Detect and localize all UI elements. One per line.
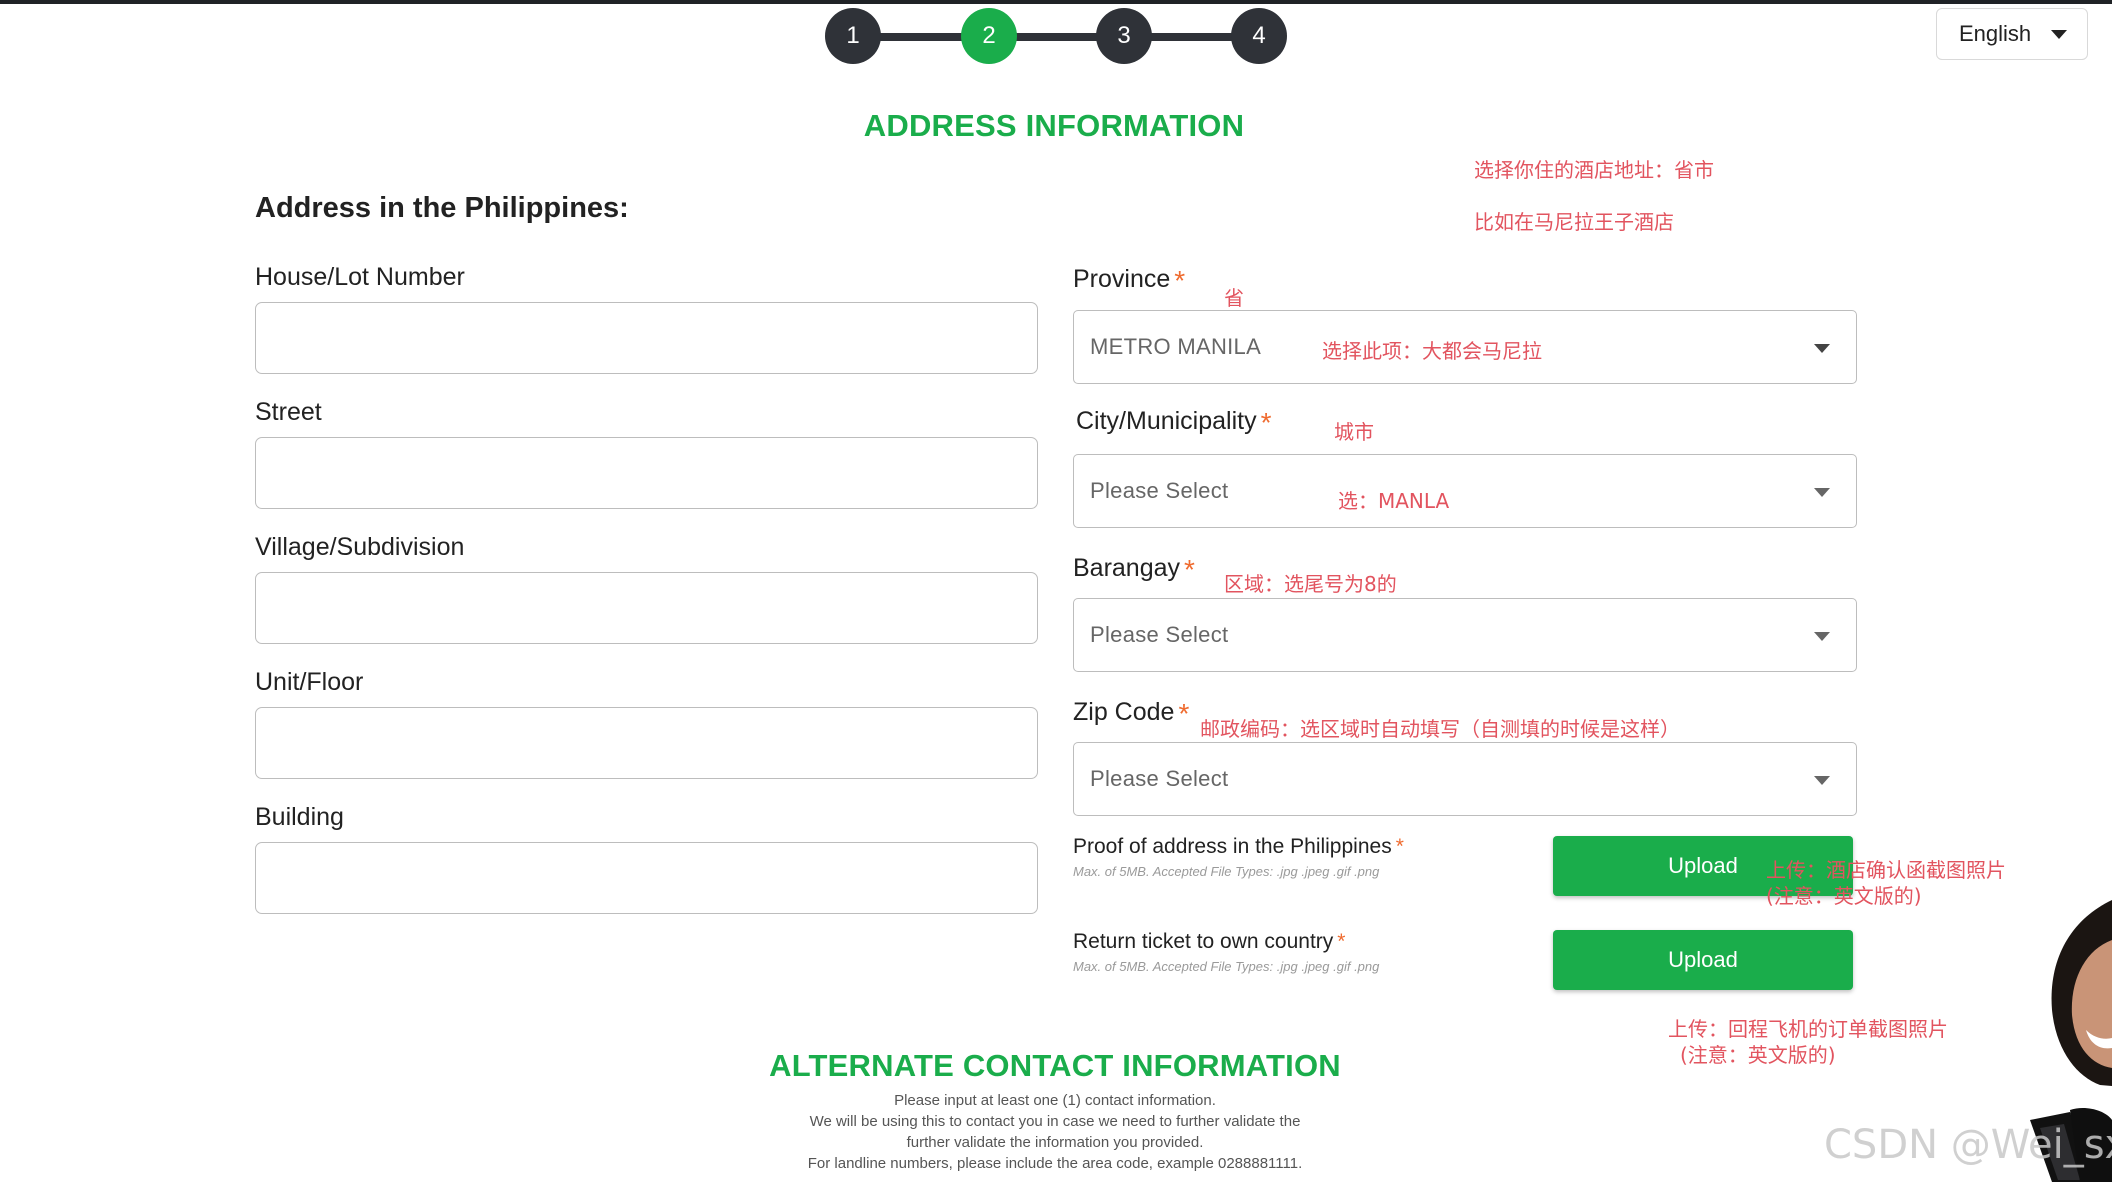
barangay-placeholder: Please Select: [1090, 622, 1229, 647]
step-connector: [873, 33, 1237, 41]
unit-floor-label: Unit/Floor: [255, 668, 364, 696]
return-ticket-upload-button[interactable]: Upload: [1553, 930, 1853, 990]
village-subdivision-input[interactable]: [255, 572, 1038, 644]
house-lot-input[interactable]: [255, 302, 1038, 374]
required-mark: *: [1184, 554, 1195, 585]
language-select[interactable]: English: [1936, 8, 2088, 60]
province-value: METRO MANILA: [1090, 334, 1262, 359]
step-3[interactable]: 3: [1096, 8, 1152, 64]
contact-instructions: Please input at least one (1) contact in…: [780, 1090, 1330, 1174]
proof-of-address-label: Proof of address in the Philippines *: [1073, 835, 1404, 859]
annotation-barangay: 区域：选尾号为8的: [1224, 572, 1397, 596]
street-input[interactable]: [255, 437, 1038, 509]
chevron-down-icon: [1814, 344, 1830, 353]
step-4[interactable]: 4: [1231, 8, 1287, 64]
city-label: City/Municipality *: [1076, 407, 1272, 439]
proof-of-address-hint: Max. of 5MB. Accepted File Types: .jpg .…: [1073, 864, 1380, 879]
step-1[interactable]: 1: [825, 8, 881, 64]
annotation-upload-ticket-note: (注意：英文版的): [1680, 1043, 1836, 1067]
required-mark: *: [1178, 698, 1190, 729]
annotation-hotel-example: 比如在马尼拉王子酒店: [1474, 210, 1674, 234]
province-label-text: Province: [1073, 265, 1171, 293]
barangay-label: Barangay *: [1073, 554, 1195, 586]
top-border: [0, 0, 2112, 4]
contact-line-1: Please input at least one (1) contact in…: [894, 1092, 1216, 1109]
contact-line-2: We will be using this to contact you in …: [809, 1113, 1301, 1130]
contact-line-4: For landline numbers, please include the…: [807, 1155, 1303, 1172]
annotation-city: 城市: [1334, 420, 1374, 444]
required-mark: *: [1260, 407, 1272, 438]
return-ticket-label-text: Return ticket to own country: [1073, 930, 1334, 953]
step-2-active[interactable]: 2: [961, 8, 1017, 64]
contact-line-3: further validate the information you pro…: [906, 1134, 1204, 1151]
csdn-watermark: CSDN @Wei_sx: [1824, 1122, 2112, 1168]
chevron-down-icon: [2051, 29, 2068, 39]
return-ticket-hint: Max. of 5MB. Accepted File Types: .jpg .…: [1073, 959, 1380, 974]
alternate-contact-title: ALTERNATE CONTACT INFORMATION: [769, 1048, 1341, 1083]
annotation-province-pick: 选择此项：大都会马尼拉: [1322, 339, 1542, 363]
annotation-city-pick: 选：MANLA: [1338, 489, 1450, 513]
zip-code-select[interactable]: Please Select: [1073, 742, 1857, 816]
address-section-title: ADDRESS INFORMATION: [863, 108, 1245, 143]
street-label: Street: [255, 398, 322, 426]
progress-stepper: 1 2 3 4: [823, 8, 1287, 64]
building-input[interactable]: [255, 842, 1038, 914]
province-label: Province *: [1073, 265, 1185, 297]
zip-code-placeholder: Please Select: [1090, 766, 1229, 791]
house-lot-label: House/Lot Number: [255, 263, 465, 291]
city-placeholder: Please Select: [1090, 478, 1229, 503]
chevron-down-icon: [1814, 488, 1830, 497]
zip-code-label-text: Zip Code: [1073, 698, 1175, 726]
annotation-upload-hotel: 上传：酒店确认函截图照片: [1766, 858, 2006, 882]
language-value: English: [1959, 21, 2032, 46]
village-subdivision-label: Village/Subdivision: [255, 533, 465, 561]
address-subheading: Address in the Philippines:: [255, 192, 629, 224]
annotation-zip: 邮政编码：选区域时自动填写（自测填的时候是这样）: [1200, 717, 1680, 741]
unit-floor-input[interactable]: [255, 707, 1038, 779]
annotation-province: 省: [1224, 286, 1244, 310]
chevron-down-icon: [1814, 776, 1830, 785]
city-label-text: City/Municipality: [1076, 407, 1257, 435]
return-ticket-label: Return ticket to own country *: [1073, 930, 1345, 954]
barangay-label-text: Barangay: [1073, 554, 1181, 582]
building-label: Building: [255, 803, 344, 831]
proof-of-address-label-text: Proof of address in the Philippines: [1073, 835, 1392, 858]
required-mark: *: [1395, 835, 1404, 858]
zip-code-label: Zip Code *: [1073, 698, 1189, 730]
chevron-down-icon: [1814, 632, 1830, 641]
annotation-hotel-address: 选择你住的酒店地址：省市: [1474, 158, 1714, 182]
required-mark: *: [1337, 930, 1346, 953]
barangay-select[interactable]: Please Select: [1073, 598, 1857, 672]
city-select[interactable]: Please Select: [1073, 454, 1857, 528]
required-mark: *: [1174, 265, 1186, 296]
